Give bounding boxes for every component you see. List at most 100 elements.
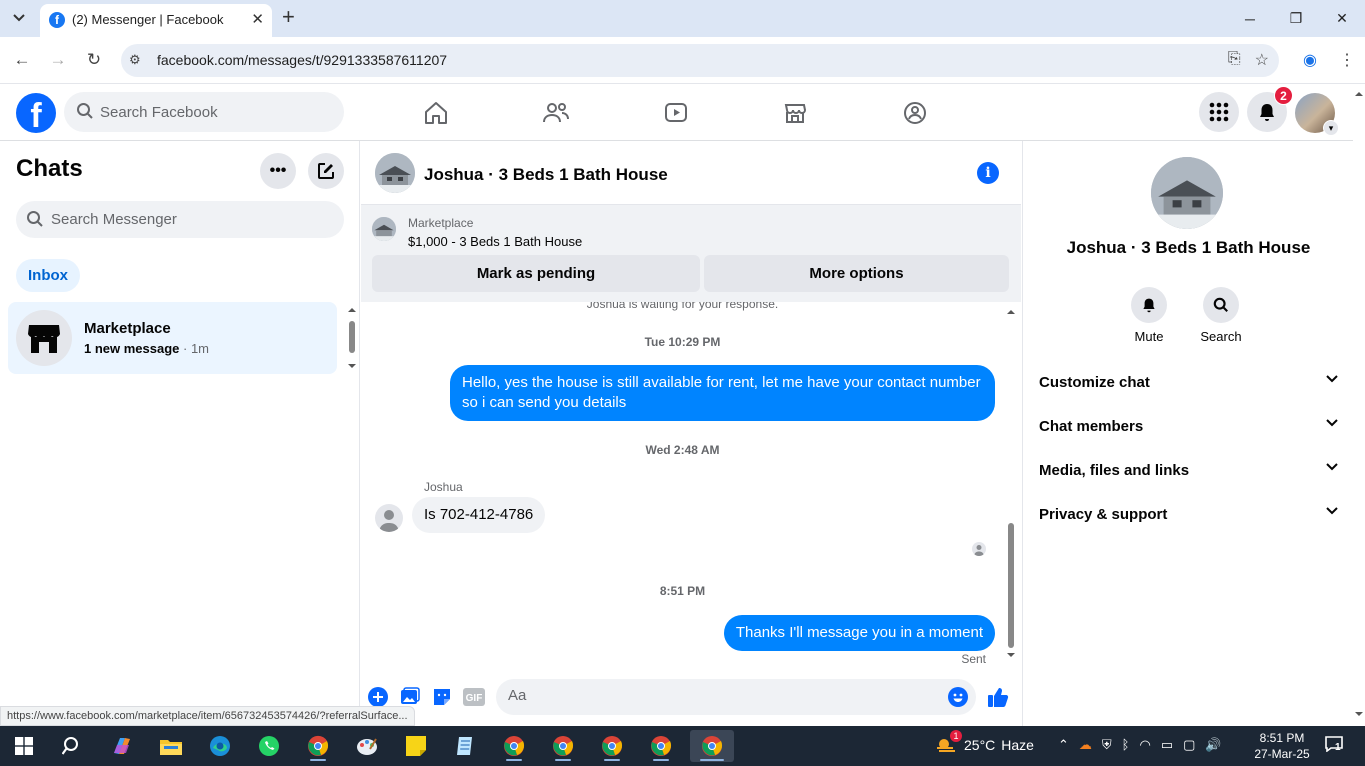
- privacy-support-section[interactable]: Privacy & support: [1039, 493, 1338, 537]
- facebook-header: f Search Facebook 2 ▾: [0, 84, 1353, 141]
- address-bar[interactable]: ⚙ facebook.com/messages/t/92913335876112…: [121, 44, 1279, 77]
- chevron-down-icon: [1326, 507, 1338, 515]
- menu-kebab-icon[interactable]: ⋮: [1339, 50, 1355, 70]
- browser-toolbar: ← → ↻ ⚙ facebook.com/messages/t/92913335…: [0, 37, 1365, 84]
- weather-desc: Haze: [1001, 737, 1034, 753]
- chrome-window-icon[interactable]: [494, 730, 534, 762]
- listing-title[interactable]: $1,000 - 3 Beds 1 Bath House: [408, 234, 582, 249]
- taskbar-search-icon[interactable]: [52, 730, 92, 762]
- friends-icon[interactable]: [539, 96, 573, 130]
- system-clock[interactable]: 8:51 PM 27-Mar-25: [1252, 730, 1312, 762]
- volume-icon[interactable]: 🔊: [1205, 737, 1221, 753]
- gif-icon[interactable]: GIF: [463, 686, 485, 708]
- edge-browser-icon[interactable]: [200, 730, 240, 762]
- page-scrollbar[interactable]: [1353, 84, 1365, 726]
- notification-center-icon[interactable]: 1: [1325, 736, 1343, 755]
- reload-icon[interactable]: ↻: [83, 49, 105, 71]
- new-message-button[interactable]: [308, 153, 344, 189]
- customize-chat-section[interactable]: Customize chat: [1039, 361, 1338, 405]
- notifications-button[interactable]: 2: [1247, 86, 1293, 132]
- site-info-icon[interactable]: ⚙: [129, 52, 141, 68]
- emoji-icon[interactable]: [948, 687, 968, 707]
- browser-tab-messenger[interactable]: f (2) Messenger | Facebook ✕: [40, 4, 272, 37]
- whatsapp-icon[interactable]: [249, 730, 289, 762]
- weather-badge: 1: [950, 730, 962, 742]
- windows-taskbar: 1 25°C Haze ⌃ ☁ ⛨ ᛒ ◠ ▭ ▢ 🔊 8:51 PM 27-M…: [0, 726, 1365, 766]
- back-arrow-icon[interactable]: ←: [11, 49, 33, 71]
- mute-button[interactable]: Mute: [1119, 287, 1179, 344]
- marketplace-icon[interactable]: [778, 96, 812, 130]
- copilot-icon[interactable]: [102, 730, 142, 762]
- chat-members-section[interactable]: Chat members: [1039, 405, 1338, 449]
- chats-scrollbar[interactable]: [347, 304, 357, 372]
- chrome-window-icon[interactable]: [641, 730, 681, 762]
- chrome-window-icon[interactable]: [592, 730, 632, 762]
- outgoing-message[interactable]: Thanks I'll message you in a moment: [723, 615, 995, 651]
- cloud-icon[interactable]: ☁: [1079, 737, 1092, 753]
- groups-icon[interactable]: [898, 96, 932, 130]
- chats-options-button[interactable]: •••: [260, 153, 296, 189]
- notepad-icon[interactable]: [445, 730, 485, 762]
- weather-widget[interactable]: 1 25°C Haze: [936, 730, 1034, 754]
- chrome-window-icon[interactable]: [543, 730, 583, 762]
- mark-as-pending-button[interactable]: Mark as pending: [372, 255, 700, 292]
- info-icon[interactable]: i: [977, 162, 999, 184]
- menu-grid-icon[interactable]: [1199, 92, 1239, 132]
- close-tab-icon[interactable]: ✕: [251, 10, 264, 28]
- video-icon[interactable]: [659, 96, 693, 130]
- chat-details-panel: Joshua · 3 Beds 1 Bath House Mute Search…: [1022, 141, 1353, 726]
- house-avatar-large[interactable]: [1151, 157, 1223, 229]
- marketplace-listing-bar: Marketplace $1,000 - 3 Beds 1 Bath House…: [361, 205, 1021, 302]
- sticker-icon[interactable]: [431, 686, 453, 708]
- profile-icon[interactable]: ◉: [1303, 50, 1317, 70]
- restore-icon[interactable]: ❐: [1273, 0, 1319, 37]
- more-options-button[interactable]: More options: [704, 255, 1009, 292]
- search-in-conversation-button[interactable]: Search: [1191, 287, 1251, 344]
- tab-inbox[interactable]: Inbox: [16, 259, 80, 292]
- facebook-search[interactable]: Search Facebook: [64, 92, 344, 132]
- url-text[interactable]: facebook.com/messages/t/9291333587611207: [157, 52, 447, 68]
- thumbs-up-icon[interactable]: [987, 686, 1009, 708]
- security-icon[interactable]: ⛨: [1102, 737, 1112, 753]
- chat-list-item-marketplace[interactable]: Marketplace 1 new message · 1m: [8, 302, 337, 374]
- file-explorer-icon[interactable]: [151, 730, 191, 762]
- section-label: Privacy & support: [1039, 506, 1168, 523]
- sticky-notes-icon[interactable]: [396, 730, 436, 762]
- messenger-search-input[interactable]: Search Messenger: [16, 201, 344, 238]
- home-icon[interactable]: [419, 96, 453, 130]
- contact-avatar[interactable]: [375, 504, 403, 532]
- bluetooth-icon[interactable]: ᛒ: [1122, 737, 1130, 753]
- battery-icon[interactable]: ▭: [1161, 737, 1173, 753]
- media-files-links-section[interactable]: Media, files and links: [1039, 449, 1338, 493]
- paint-icon[interactable]: [347, 730, 387, 762]
- windows-start-icon[interactable]: [4, 730, 44, 762]
- photo-icon[interactable]: [399, 686, 421, 708]
- chrome-profile-icon[interactable]: [298, 730, 338, 762]
- new-tab-button[interactable]: +: [282, 5, 295, 29]
- close-window-icon[interactable]: ✕: [1319, 0, 1365, 37]
- conversation-title[interactable]: Joshua · 3 Beds 1 Bath House: [424, 165, 668, 185]
- show-hidden-icons-icon[interactable]: ⌃: [1058, 737, 1069, 753]
- toolbar-right: ◉ ⋮: [1303, 50, 1355, 70]
- minimize-icon[interactable]: ─: [1227, 0, 1273, 37]
- messages-scrollbar[interactable]: [1005, 306, 1017, 661]
- incoming-message[interactable]: Is 702-412-4786: [412, 497, 546, 533]
- house-avatar[interactable]: [375, 153, 415, 193]
- forward-arrow-icon[interactable]: →: [47, 49, 69, 71]
- outgoing-message[interactable]: Hello, yes the house is still available …: [450, 365, 995, 421]
- account-avatar[interactable]: ▾: [1295, 93, 1339, 136]
- message-input[interactable]: [508, 687, 928, 704]
- chrome-window-icon-active[interactable]: [690, 730, 734, 762]
- facebook-logo-icon[interactable]: f: [16, 93, 56, 133]
- bookmark-star-icon[interactable]: ☆: [1255, 50, 1269, 70]
- listing-thumbnail[interactable]: [372, 217, 396, 241]
- add-attachment-icon[interactable]: [367, 686, 389, 708]
- search-icon: [77, 103, 93, 119]
- tab-title: (2) Messenger | Facebook: [72, 12, 224, 27]
- wifi-icon[interactable]: ◠: [1139, 737, 1150, 753]
- chats-sidebar: Chats ••• Search Messenger Inbox Marketp…: [0, 141, 360, 726]
- display-icon[interactable]: ▢: [1183, 737, 1195, 753]
- install-app-icon[interactable]: ⎘: [1228, 50, 1241, 70]
- tab-search-button[interactable]: [6, 6, 32, 30]
- link-status-bar: https://www.facebook.com/marketplace/ite…: [0, 706, 415, 726]
